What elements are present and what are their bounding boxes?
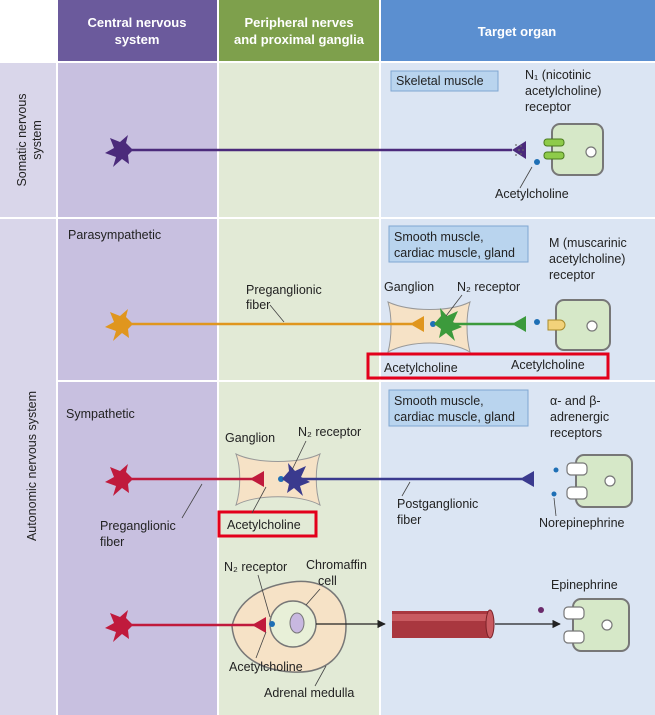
sympathetic-ganglion-label: Ganglion <box>225 431 275 445</box>
norepinephrine-label: Norepinephrine <box>539 516 625 530</box>
somatic-side-label-line2: system <box>30 120 44 160</box>
parasympathetic-ganglion-acetylcholine-label: Acetylcholine <box>384 361 458 375</box>
header-pns-line1: Peripheral nerves <box>244 15 353 30</box>
autonomic-side-label: Autonomic nervous system <box>25 391 39 541</box>
muscarinic-receptor-icon <box>547 319 566 331</box>
somatic-acetylcholine-label: Acetylcholine <box>495 187 569 201</box>
m-receptor-label-line2: acetylcholine) <box>549 252 625 266</box>
sympathetic-preganglionic-label-line1: Preganglionic <box>100 519 176 533</box>
adrenergic-receptor-label-line3: receptors <box>550 426 602 440</box>
sympathetic-organ-line2: cardiac muscle, gland <box>394 410 515 424</box>
parasympathetic-n2-receptor-label: N₂ receptor <box>457 280 520 294</box>
n1-receptor-label-line3: receptor <box>525 100 571 114</box>
adrenal-acetylcholine-label: Acetylcholine <box>229 660 303 674</box>
chromaffin-nucleus <box>289 612 305 634</box>
adrenal-medulla-label: Adrenal medulla <box>264 686 354 700</box>
sympathetic-n2-receptor-label: N₂ receptor <box>298 425 361 439</box>
parasympathetic-preganglionic-label-line2: fiber <box>246 298 270 312</box>
m-receptor-label-line1: M (muscarinic <box>549 236 627 250</box>
header-pns-line2: and proximal ganglia <box>234 32 365 47</box>
header-cns <box>57 0 218 62</box>
sympathetic-organ-line1: Smooth muscle, <box>394 394 484 408</box>
norepinephrine-molecule-top <box>553 467 559 473</box>
parasympathetic-organ-line1: Smooth muscle, <box>394 230 484 244</box>
blood-vessel-opening <box>485 609 495 639</box>
adrenergic-receptor-label-line2: adrenergic <box>550 410 609 424</box>
n1-receptor-label-line2: acetylcholine) <box>525 84 601 98</box>
header-pns <box>218 0 380 62</box>
cns-column <box>57 0 218 715</box>
muscle-nucleus <box>585 146 597 158</box>
n1-receptor-label-line1: N₁ (nicotinic <box>525 68 591 82</box>
epinephrine-molecule-icon <box>538 607 544 613</box>
parasympathetic-target-acetylcholine-label: Acetylcholine <box>511 358 585 372</box>
somatic-side-label-line1: Somatic nervous <box>15 93 29 186</box>
skeletal-muscle-label: Skeletal muscle <box>396 74 484 88</box>
adrenal-n2-receptor-label: N₂ receptor <box>224 560 287 574</box>
postganglionic-label-line2: fiber <box>397 513 421 527</box>
header-cns-line1: Central nervous <box>88 15 187 30</box>
adrenal-n2-receptor-dot <box>269 621 275 627</box>
header-cns-line2: system <box>115 32 160 47</box>
chromaffin-label-line1: Chromaffin <box>306 558 367 572</box>
sympathetic-target-nucleus <box>604 475 616 487</box>
parasympathetic-ganglion-label: Ganglion <box>384 280 434 294</box>
autonomic-nervous-system-diagram: Central nervous system Peripheral nerves… <box>0 0 655 715</box>
chromaffin-label-line2: cell <box>318 574 337 588</box>
parasympathetic-target-nucleus <box>586 320 598 332</box>
sympathetic-preganglionic-label-line2: fiber <box>100 535 124 549</box>
sympathetic-acetylcholine-label: Acetylcholine <box>227 518 301 532</box>
parasympathetic-organ-line2: cardiac muscle, gland <box>394 246 515 260</box>
header-target-label: Target organ <box>478 24 557 39</box>
norepinephrine-molecule-bottom <box>551 491 557 497</box>
postganglionic-label-line1: Postganglionic <box>397 497 478 511</box>
parasympathetic-preganglionic-label-line1: Preganglionic <box>246 283 322 297</box>
adrenal-target-nucleus <box>601 619 613 631</box>
adrenergic-receptor-label-line1: α- and β- <box>550 394 601 408</box>
parasympathetic-title: Parasympathetic <box>68 228 161 242</box>
sympathetic-title: Sympathetic <box>66 407 135 421</box>
parasympathetic-acetylcholine-molecule <box>534 319 540 325</box>
epinephrine-label: Epinephrine <box>551 578 618 592</box>
blood-vessel-highlight <box>392 614 490 621</box>
m-receptor-label-line3: receptor <box>549 268 595 282</box>
acetylcholine-molecule-icon <box>534 159 540 165</box>
